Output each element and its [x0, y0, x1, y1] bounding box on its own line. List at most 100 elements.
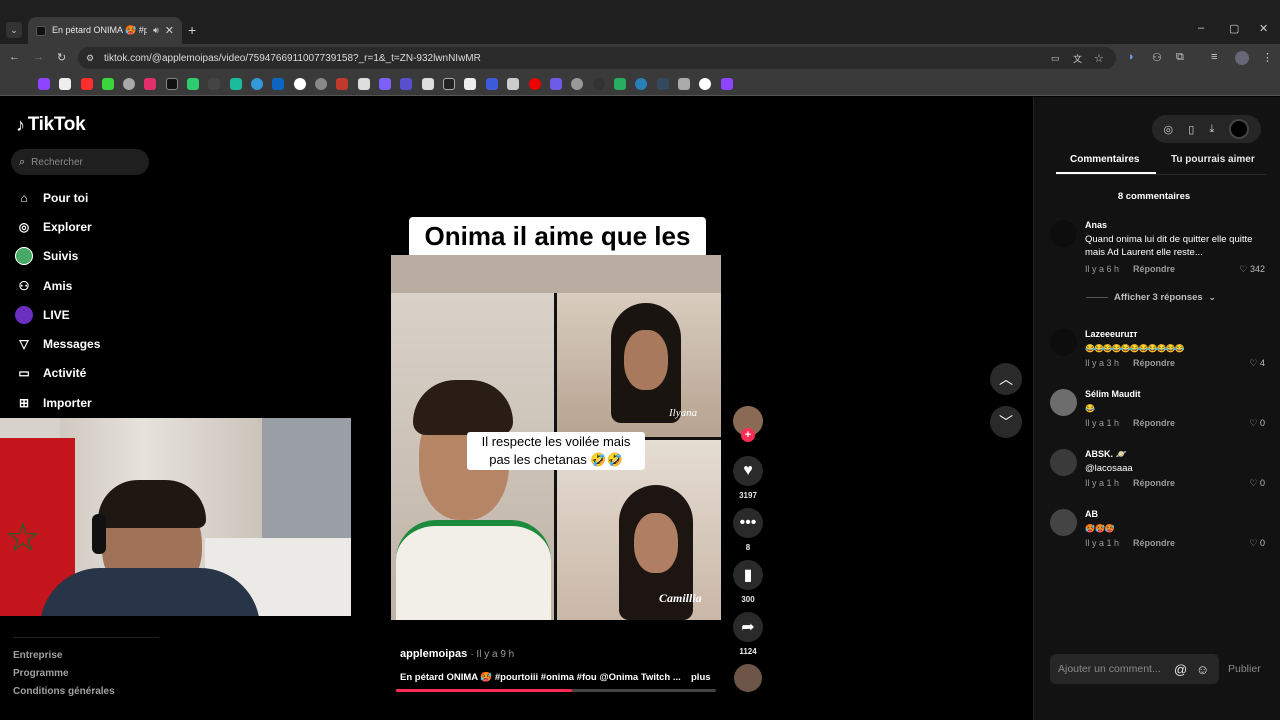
- bookmark-icon[interactable]: [550, 78, 562, 90]
- maximize-icon[interactable]: ▢: [1229, 22, 1239, 35]
- footer-link-terms[interactable]: Conditions générales: [13, 686, 115, 697]
- puzzle-icon[interactable]: ⧉: [1176, 51, 1184, 64]
- bookmark-icon[interactable]: [336, 78, 348, 90]
- bookmark-icon[interactable]: [614, 78, 626, 90]
- bookmark-icon[interactable]: [123, 78, 135, 90]
- bookmark-icon[interactable]: [102, 78, 114, 90]
- bookmark-icon[interactable]: [400, 78, 412, 90]
- speaker-icon[interactable]: 🔊︎: [153, 25, 159, 36]
- comment-author[interactable]: ABSK. 🪐: [1085, 449, 1127, 460]
- tab-search-icon[interactable]: ≡: [1211, 51, 1217, 63]
- bookmark-icon[interactable]: [379, 78, 391, 90]
- reload-icon[interactable]: ↻: [57, 51, 66, 64]
- reply-button[interactable]: Répondre: [1133, 478, 1175, 488]
- comment-input[interactable]: Ajouter un comment... @ ☺: [1050, 654, 1219, 684]
- comment-author[interactable]: AB: [1085, 509, 1098, 519]
- tab-suggestions[interactable]: Tu pourrais aimer: [1171, 154, 1255, 165]
- share-button[interactable]: ➦ 1124: [733, 612, 763, 656]
- url-field[interactable]: ⚙ tiktok.com/@applemoipas/video/75947669…: [78, 47, 1116, 69]
- profile-icon[interactable]: [1235, 51, 1249, 65]
- bookmark-icon[interactable]: [187, 78, 199, 90]
- bookmark-icon[interactable]: [486, 78, 498, 90]
- bookmark-icon[interactable]: [635, 78, 647, 90]
- reply-button[interactable]: Répondre: [1133, 418, 1175, 428]
- nav-explore[interactable]: ◎ Explorer: [15, 218, 92, 236]
- close-window-icon[interactable]: ✕: [1259, 22, 1268, 35]
- avatar[interactable]: [1050, 220, 1077, 247]
- nav-following[interactable]: Suivis: [15, 247, 78, 265]
- comment-author[interactable]: Sélim Maudit: [1085, 389, 1141, 399]
- nav-upload[interactable]: ⊞ Importer: [15, 394, 92, 412]
- comment-author[interactable]: Anas: [1085, 220, 1107, 230]
- bookmark-icon[interactable]: [315, 78, 327, 90]
- bookmark-icon[interactable]: [422, 78, 434, 90]
- video-author[interactable]: applemoipas · Il y a 9 h: [400, 648, 514, 660]
- bookmark-icon[interactable]: [657, 78, 669, 90]
- comment-like[interactable]: ♡ 0: [1249, 418, 1265, 429]
- next-video-button[interactable]: ﹀: [990, 406, 1022, 438]
- reply-button[interactable]: Répondre: [1133, 358, 1175, 368]
- avatar[interactable]: [1050, 389, 1077, 416]
- author-name[interactable]: applemoipas: [400, 648, 467, 660]
- emoji-icon[interactable]: ☺: [1196, 662, 1209, 677]
- comment-like[interactable]: ♡ 0: [1249, 538, 1265, 549]
- publish-button[interactable]: Publier: [1228, 663, 1261, 675]
- translate-icon[interactable]: 文: [1073, 52, 1082, 65]
- author-avatar-button[interactable]: +: [733, 406, 763, 442]
- comment-button[interactable]: ••• 8: [733, 508, 763, 552]
- more-button[interactable]: plus: [691, 672, 711, 683]
- bookmark-icon[interactable]: [464, 78, 476, 90]
- bookmark-icon[interactable]: [230, 78, 242, 90]
- bookmark-icon[interactable]: [699, 78, 711, 90]
- avatar[interactable]: [1050, 329, 1077, 356]
- forward-icon[interactable]: →: [33, 51, 44, 63]
- back-icon[interactable]: ←: [9, 51, 20, 63]
- new-tab-icon[interactable]: +: [188, 22, 196, 38]
- comment-like[interactable]: ♡ 342: [1239, 264, 1265, 275]
- avatar[interactable]: [1050, 509, 1077, 536]
- bookmark-icon[interactable]: [721, 78, 733, 90]
- bookmark-icon[interactable]: [443, 78, 455, 90]
- bookmark-star-icon[interactable]: ☆: [1094, 52, 1104, 65]
- minimize-icon[interactable]: –: [1198, 22, 1204, 34]
- install-icon[interactable]: ▭: [1051, 53, 1060, 64]
- footer-link-program[interactable]: Programme: [13, 668, 69, 679]
- previous-video-button[interactable]: ︿: [990, 363, 1022, 395]
- footer-link-company[interactable]: Entreprise: [13, 650, 62, 661]
- music-disc-button[interactable]: [733, 664, 763, 692]
- nav-friends[interactable]: ⚇ Amis: [15, 277, 73, 295]
- tab-list-icon[interactable]: ⌄: [6, 22, 22, 38]
- download-icon[interactable]: ⤓: [1209, 123, 1214, 136]
- tiktok-logo[interactable]: ♪ TikTok: [16, 114, 86, 136]
- progress-track[interactable]: [396, 689, 716, 692]
- bookmark-icon[interactable]: [272, 78, 284, 90]
- bookmark-icon[interactable]: [81, 78, 93, 90]
- bookmark-icon[interactable]: [507, 78, 519, 90]
- browser-tab[interactable]: En pétard ONIMA 🥵 #pour 🔊︎ ✕: [28, 17, 182, 44]
- like-button[interactable]: ♥ 3197: [733, 456, 763, 500]
- comment-author[interactable]: Lazeeeuruɪᴛ: [1085, 329, 1138, 339]
- show-replies-button[interactable]: Afficher 3 réponses ⌄: [1086, 292, 1215, 303]
- nav-for-you[interactable]: ⌂ Pour toi: [15, 189, 88, 207]
- comment-like[interactable]: ♡ 4: [1249, 358, 1265, 369]
- bookmark-icon[interactable]: [358, 78, 370, 90]
- avatar[interactable]: [1050, 449, 1077, 476]
- bookmark-icon[interactable]: [251, 78, 263, 90]
- close-tab-icon[interactable]: ✕: [165, 24, 174, 37]
- site-info-icon[interactable]: ⚙: [86, 53, 94, 64]
- bookmark-icon[interactable]: [166, 78, 178, 90]
- bookmark-icon[interactable]: [38, 78, 50, 90]
- nav-live[interactable]: LIVE: [15, 306, 70, 324]
- bookmark-icon[interactable]: [571, 78, 583, 90]
- bookmark-icon[interactable]: [294, 78, 306, 90]
- phone-icon[interactable]: ▯: [1188, 123, 1194, 136]
- bookmark-icon[interactable]: [529, 78, 541, 90]
- reply-button[interactable]: Répondre: [1133, 264, 1175, 274]
- follow-plus-icon[interactable]: +: [741, 428, 755, 442]
- tab-comments[interactable]: Commentaires: [1070, 154, 1139, 165]
- search-input[interactable]: ⌕ Rechercher: [11, 149, 149, 175]
- extension-icon[interactable]: ◗: [1128, 51, 1135, 63]
- bookmark-icon[interactable]: [593, 78, 605, 90]
- nav-activity[interactable]: ▭ Activité: [15, 364, 86, 382]
- comment-like[interactable]: ♡ 0: [1249, 478, 1265, 489]
